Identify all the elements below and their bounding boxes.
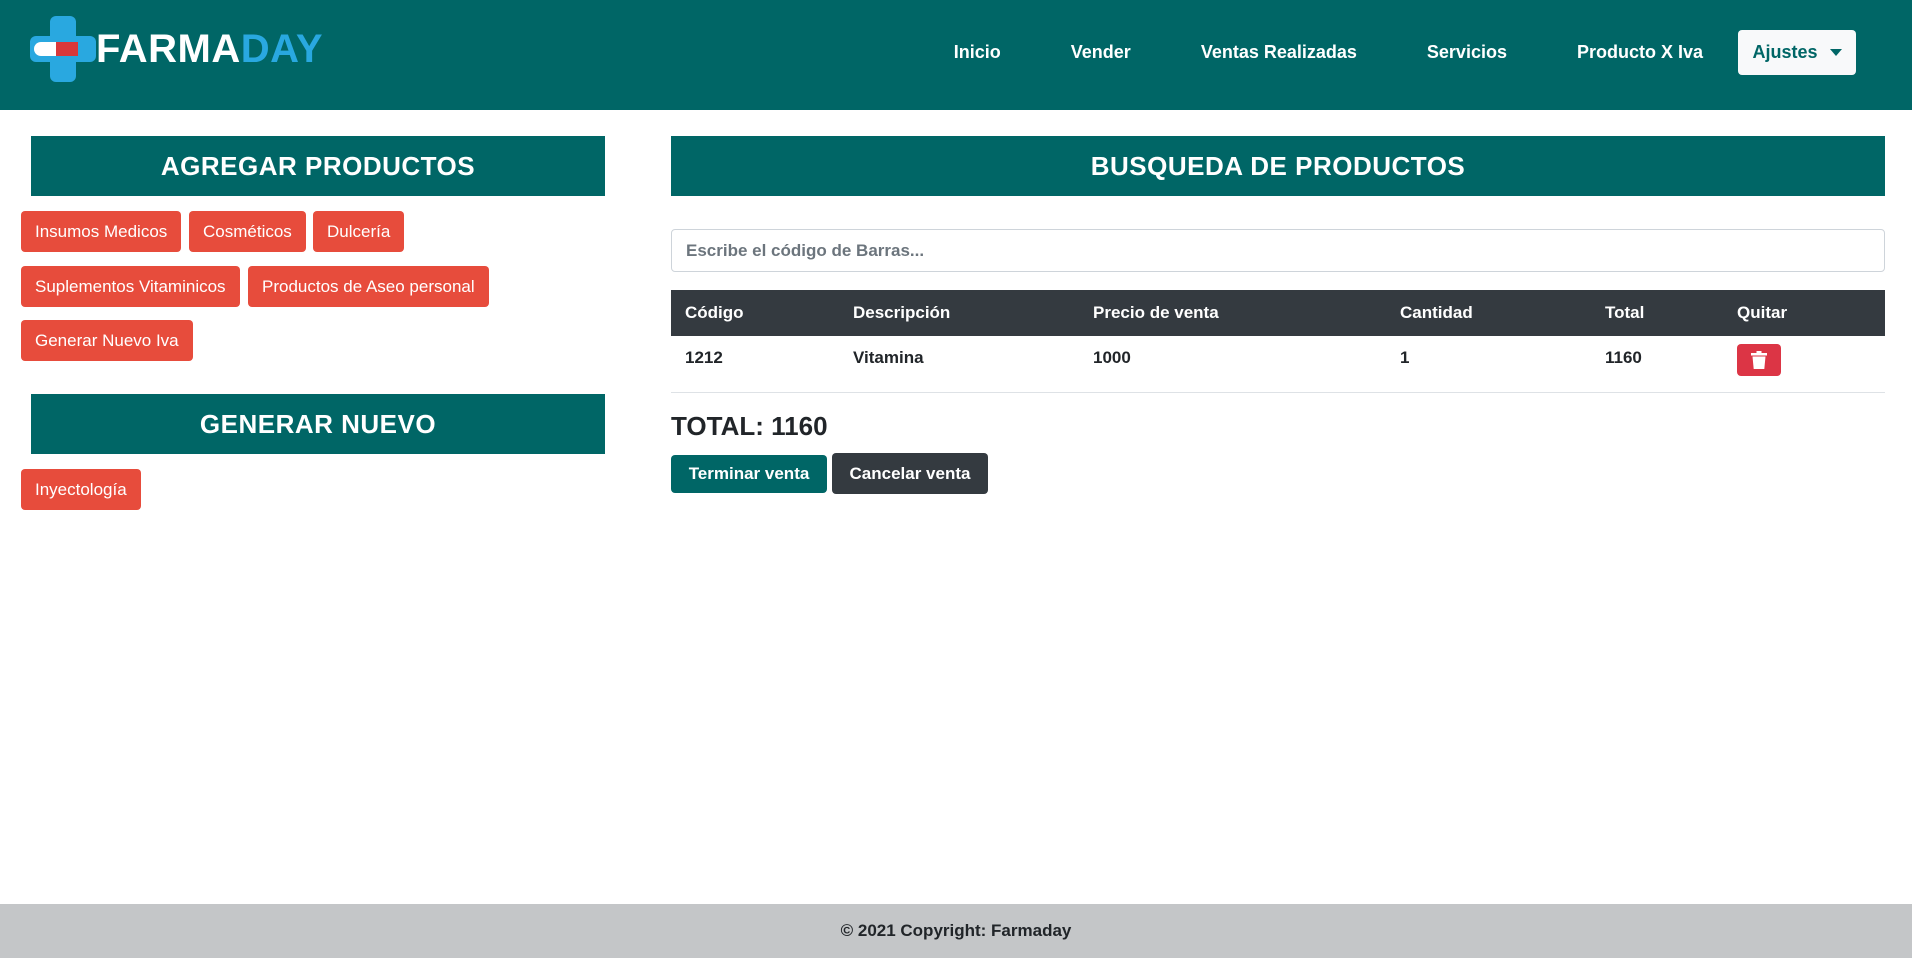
remove-item-button[interactable] [1737, 344, 1781, 376]
navbar: FARMADAY Inicio Vender Ventas Realizadas… [0, 0, 1912, 110]
column-header-cantidad: Cantidad [1400, 303, 1473, 322]
nav-link-vender[interactable]: Vender [1071, 42, 1131, 63]
table-row: 1212 Vitamina 1000 1 1160 [671, 336, 1885, 392]
column-header-descripcion: Descripción [853, 303, 951, 322]
cell-cantidad: 1 [1400, 348, 1410, 367]
brand-name: FARMADAY [96, 27, 323, 72]
cell-descripcion: Vitamina [853, 348, 924, 367]
sale-items-table: Código Descripción Precio de venta Canti… [671, 290, 1885, 393]
barcode-search-input[interactable] [671, 229, 1885, 272]
footer-copyright: © 2021 Copyright: Farmaday [840, 921, 1072, 940]
settings-dropdown-button[interactable]: Ajustes [1738, 30, 1856, 75]
footer: © 2021 Copyright: Farmaday [0, 904, 1912, 958]
table-header-row: Código Descripción Precio de venta Canti… [671, 290, 1885, 336]
category-productos-aseo-personal-button[interactable]: Productos de Aseo personal [248, 266, 489, 307]
settings-dropdown-label: Ajustes [1752, 42, 1818, 62]
trash-icon [1751, 351, 1767, 369]
category-dulceria-button[interactable]: Dulcería [313, 211, 405, 252]
pharmacy-cross-icon [30, 16, 96, 82]
nav-link-ventas-realizadas[interactable]: Ventas Realizadas [1201, 42, 1357, 63]
generate-new-header: GENERAR NUEVO [31, 394, 605, 454]
column-header-codigo: Código [685, 303, 744, 322]
brand-logo[interactable]: FARMADAY [30, 16, 323, 82]
caret-down-icon [1829, 49, 1842, 56]
generate-inyectologia-button[interactable]: Inyectología [21, 469, 141, 510]
cell-codigo: 1212 [685, 348, 723, 367]
column-header-total: Total [1605, 303, 1645, 322]
generate-new-iva-button[interactable]: Generar Nuevo Iva [21, 320, 193, 361]
nav-link-servicios[interactable]: Servicios [1427, 42, 1507, 63]
nav-links: Inicio Vender Ventas Realizadas Servicio… [954, 30, 1856, 75]
category-cosmeticos-button[interactable]: Cosméticos [189, 211, 306, 252]
category-suplementos-vitaminicos-button[interactable]: Suplementos Vitaminicos [21, 266, 240, 307]
column-header-precio-venta: Precio de venta [1093, 303, 1219, 322]
product-search-header: BUSQUEDA DE PRODUCTOS [671, 136, 1885, 196]
nav-link-inicio[interactable]: Inicio [954, 42, 1001, 63]
brand-name-part1: FARMA [96, 26, 241, 71]
cell-quitar [1723, 336, 1885, 392]
finish-sale-button[interactable]: Terminar venta [671, 455, 827, 493]
brand-name-part2: DAY [240, 26, 323, 71]
cancel-sale-button[interactable]: Cancelar venta [832, 453, 988, 494]
category-insumos-medicos-button[interactable]: Insumos Medicos [21, 211, 182, 252]
add-products-header: AGREGAR PRODUCTOS [31, 136, 605, 196]
column-header-quitar: Quitar [1737, 303, 1788, 322]
cell-precio: 1000 [1093, 348, 1131, 367]
cell-total: 1160 [1605, 348, 1642, 367]
nav-link-producto-x-iva[interactable]: Producto X Iva [1577, 42, 1703, 63]
sale-total: TOTAL: 1160 [671, 411, 828, 441]
